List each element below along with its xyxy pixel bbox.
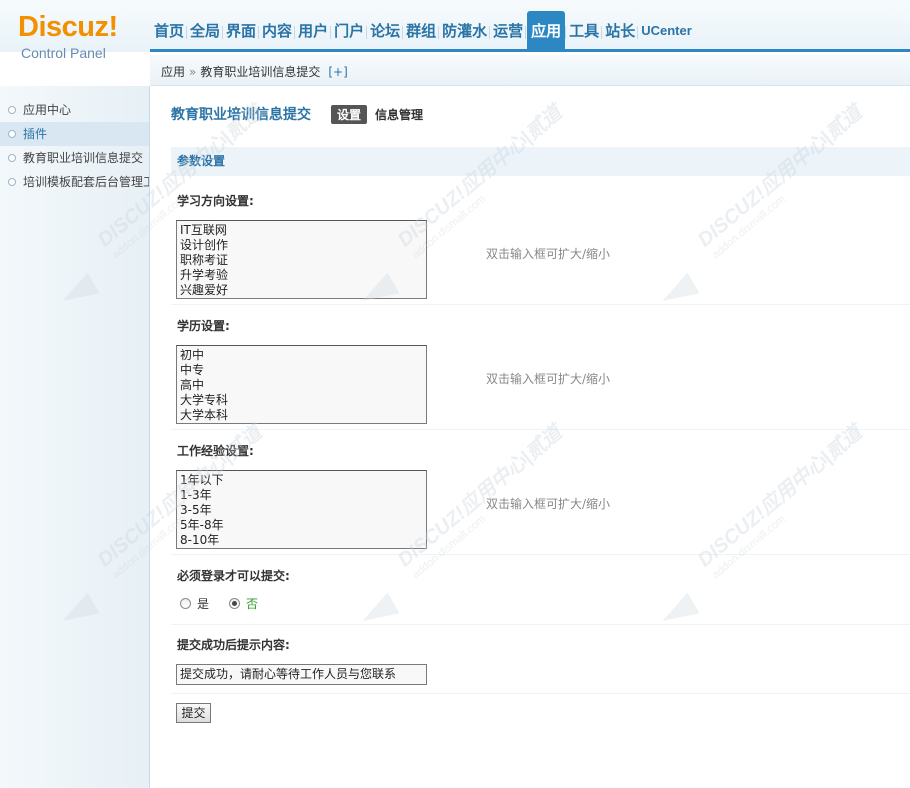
section-title: 参数设置 bbox=[171, 147, 910, 176]
nav-antispam[interactable]: 防灌水 bbox=[440, 11, 491, 52]
nav-underline bbox=[150, 49, 910, 52]
watermark: DISCUZ!应用中心|贰道 addon.dismall.com bbox=[656, 422, 866, 640]
nav-interface[interactable]: 界面 bbox=[224, 11, 260, 52]
experience-label: 工作经验设置: bbox=[177, 444, 254, 458]
education-label: 学历设置: bbox=[177, 319, 230, 333]
tab-info-management[interactable]: 信息管理 bbox=[375, 106, 423, 123]
watermark: DISCUZ!应用中心|贰道 addon.dismall.com bbox=[656, 102, 866, 320]
require-login-yes-radio[interactable] bbox=[180, 598, 191, 609]
top-navigation: 首页 全局 界面 内容 用户 门户 论坛 群组 防灌水 运营 应用 工具 站长 … bbox=[152, 11, 696, 52]
nav-home[interactable]: 首页 bbox=[152, 11, 188, 52]
breadcrumb-separator: » bbox=[189, 65, 197, 79]
experience-hint: 双击输入框可扩大/缩小 bbox=[486, 497, 611, 511]
submit-button[interactable]: 提交 bbox=[176, 703, 211, 723]
require-login-yes-label[interactable]: 是 bbox=[197, 595, 209, 612]
nav-global[interactable]: 全局 bbox=[188, 11, 224, 52]
row-divider bbox=[171, 429, 910, 430]
study-direction-textarea[interactable]: IT互联网 设计创作 职称考证 升学考验 兴趣爱好 bbox=[176, 220, 427, 299]
sidebar-item-template-tools[interactable]: 培训模板配套后台管理工具 bbox=[0, 170, 149, 194]
breadcrumb-root[interactable]: 应用 bbox=[161, 65, 185, 79]
nav-forum[interactable]: 论坛 bbox=[368, 11, 404, 52]
nav-groups[interactable]: 群组 bbox=[404, 11, 440, 52]
sidebar-item-app-center[interactable]: 应用中心 bbox=[0, 98, 149, 122]
nav-tools[interactable]: 工具 bbox=[567, 11, 603, 52]
success-message-input[interactable]: 提交成功，请耐心等待工作人员与您联系 bbox=[176, 664, 427, 685]
discuz-logo[interactable]: Discuz! Control Panel bbox=[18, 11, 118, 61]
sidebar-item-plugins[interactable]: 插件 bbox=[0, 122, 149, 146]
nav-users[interactable]: 用户 bbox=[296, 11, 332, 52]
study-direction-label: 学习方向设置: bbox=[177, 194, 254, 208]
education-hint: 双击输入框可扩大/缩小 bbox=[486, 372, 611, 386]
page-title: 教育职业培训信息提交 bbox=[171, 107, 311, 123]
sidebar: 应用中心 插件 教育职业培训信息提交 培训模板配套后台管理工具 bbox=[0, 86, 150, 788]
add-shortcut-link[interactable]: [+] bbox=[328, 65, 347, 79]
row-divider bbox=[171, 304, 910, 305]
breadcrumb-bar: 应用 » 教育职业培训信息提交 [+] bbox=[150, 55, 910, 86]
require-login-no-radio[interactable] bbox=[229, 598, 241, 609]
success-message-label: 提交成功后提示内容: bbox=[177, 638, 290, 652]
require-login-radio-group: 是 否 bbox=[180, 595, 278, 612]
require-login-no-label[interactable]: 否 bbox=[246, 595, 258, 612]
nav-portal[interactable]: 门户 bbox=[332, 11, 368, 52]
require-login-label: 必须登录才可以提交: bbox=[177, 569, 290, 583]
nav-ucenter[interactable]: UCenter bbox=[639, 11, 694, 52]
nav-webmaster[interactable]: 站长 bbox=[603, 11, 639, 52]
row-divider bbox=[171, 554, 910, 555]
breadcrumb: 应用 » 教育职业培训信息提交 [+] bbox=[161, 63, 348, 80]
education-textarea[interactable]: 初中 中专 高中 大学专科 大学本科 bbox=[176, 345, 427, 424]
nav-apps[interactable]: 应用 bbox=[527, 11, 567, 52]
nav-operations[interactable]: 运营 bbox=[491, 11, 527, 52]
tab-settings[interactable]: 设置 bbox=[331, 104, 368, 124]
study-direction-hint: 双击输入框可扩大/缩小 bbox=[486, 247, 611, 261]
nav-content[interactable]: 内容 bbox=[260, 11, 296, 52]
header: Discuz! Control Panel 首页 全局 界面 内容 用户 门户 … bbox=[0, 0, 910, 61]
plugin-titlebar: 教育职业培训信息提交 设置 信息管理 bbox=[171, 104, 423, 124]
experience-textarea[interactable]: 1年以下 1-3年 3-5年 5年-8年 8-10年 bbox=[176, 470, 427, 549]
logo-subtitle: Control Panel bbox=[21, 45, 106, 61]
breadcrumb-current: 教育职业培训信息提交 bbox=[200, 65, 321, 79]
sidebar-item-training-submit[interactable]: 教育职业培训信息提交 bbox=[0, 146, 149, 170]
row-divider bbox=[171, 624, 910, 625]
logo-brand: Discuz! bbox=[18, 11, 118, 43]
row-divider bbox=[171, 693, 910, 694]
